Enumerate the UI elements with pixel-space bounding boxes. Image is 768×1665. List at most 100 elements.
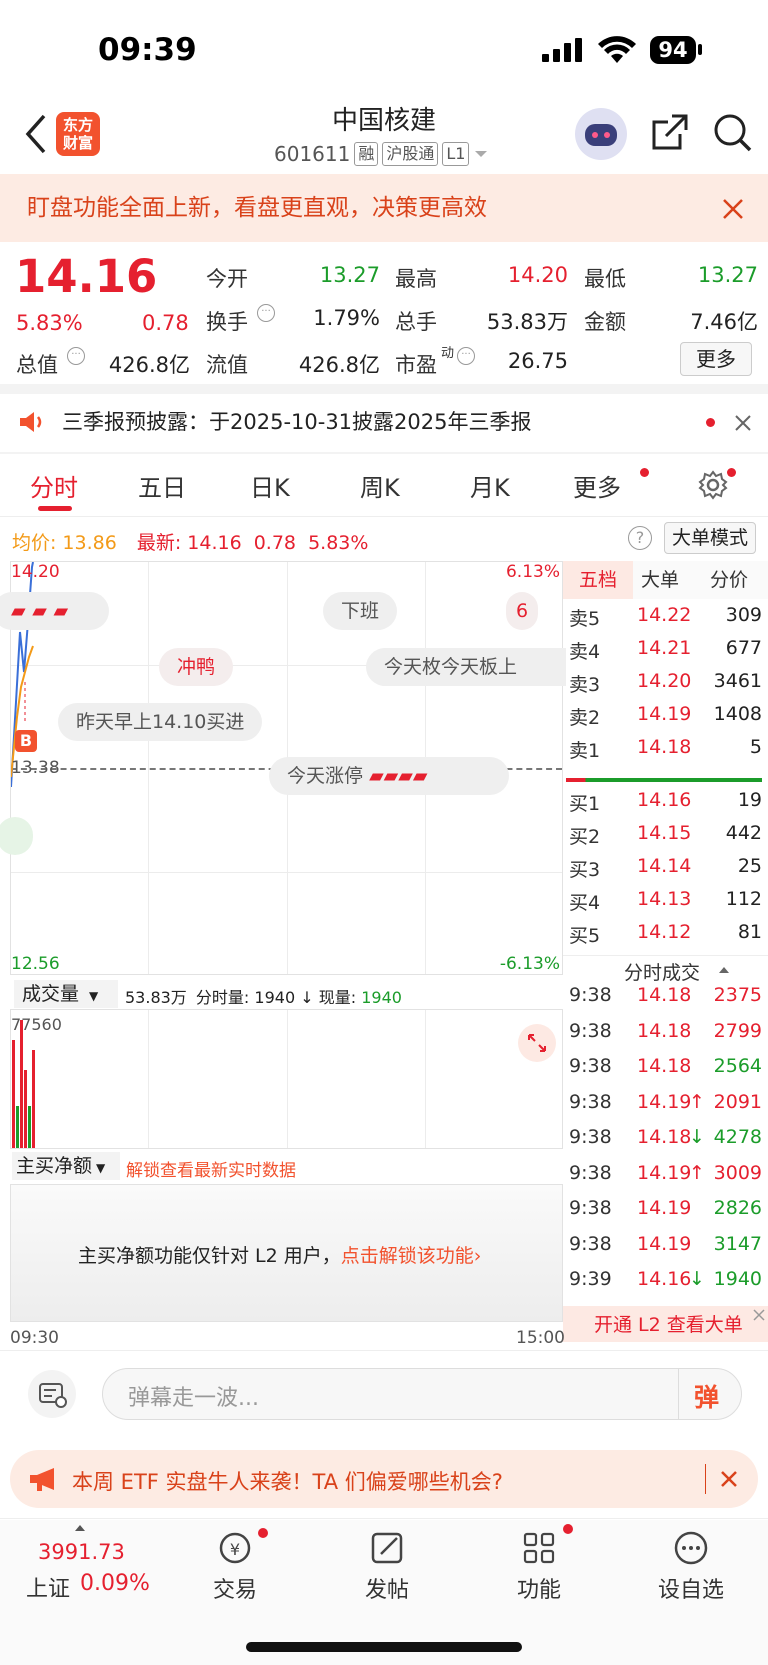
index-pct[interactable]: 0.09% xyxy=(80,1571,150,1596)
volume-chart[interactable]: 77560 xyxy=(10,1010,563,1148)
tab-weekly-k[interactable]: 周K xyxy=(360,468,400,503)
info-icon[interactable]: ··· xyxy=(67,347,85,365)
feature-banner[interactable]: 盯盘功能全面上新，看盘更直观，决策更高效 xyxy=(0,174,768,242)
caret-up-icon xyxy=(719,967,729,973)
send-danmaku-button[interactable]: 弹 xyxy=(694,1378,719,1414)
locked-message-text: 主买净额功能仅针对 L2 用户， xyxy=(78,1245,341,1267)
ask-row[interactable]: 卖5 14.22 309 xyxy=(563,604,768,637)
nav-post[interactable]: 发帖 xyxy=(312,1528,462,1604)
close-icon[interactable] xyxy=(734,414,752,432)
section-divider xyxy=(563,955,768,956)
pct-axis-top: 6.13% xyxy=(505,562,560,582)
bid-row[interactable]: 买5 14.12 81 xyxy=(563,921,768,954)
pe-value: 26.75 xyxy=(507,349,568,373)
unread-dot xyxy=(727,468,736,477)
tab-five-day[interactable]: 五日 xyxy=(138,468,186,503)
low-label: 最低 xyxy=(584,267,626,291)
intraday-chart[interactable]: 14.20 13.38 12.56 6.13% -6.13% B ▰ ▰ ▰ 冲… xyxy=(0,561,566,975)
ask-row[interactable]: 卖3 14.20 3461 xyxy=(563,670,768,703)
tick-qty: 2564 xyxy=(713,1055,762,1077)
search-icon[interactable] xyxy=(712,112,754,154)
share-icon[interactable] xyxy=(650,112,690,152)
index-name[interactable]: 上证 xyxy=(26,1571,70,1603)
order-tab-five-level[interactable]: 五档 xyxy=(563,561,633,599)
section-divider xyxy=(0,516,768,517)
nav-add-watchlist[interactable]: 设自选 xyxy=(616,1528,766,1604)
stock-code: 601611 xyxy=(274,142,351,166)
nav-post-label: 发帖 xyxy=(364,1578,409,1603)
unlock-feature-link[interactable]: 点击解锁该功能 xyxy=(341,1245,474,1267)
net-buy-selector[interactable]: 主买净额 ▼ xyxy=(12,1152,120,1180)
unlock-link[interactable]: 解锁查看最新实时数据 xyxy=(126,1156,296,1181)
minute-volume-label: 分时量: xyxy=(195,988,250,1007)
turnover-value: 1.79% xyxy=(313,306,380,330)
unread-dot xyxy=(258,1528,268,1538)
bid-row[interactable]: 买2 14.15 442 xyxy=(563,822,768,855)
danmaku-bubble[interactable]: 昨天早上14.10买进 xyxy=(58,703,263,741)
expand-button[interactable] xyxy=(518,1024,556,1062)
nav-functions[interactable]: 功能 xyxy=(464,1528,614,1604)
buy-marker[interactable]: B xyxy=(15,730,37,752)
tab-indicator xyxy=(38,506,72,511)
assistant-avatar[interactable] xyxy=(575,108,627,160)
minute-volume: 1940 xyxy=(254,988,296,1007)
tick-qty: 3147 xyxy=(713,1232,762,1255)
announcement-bar[interactable]: 三季报预披露：于2025-10-31披露2025年三季报 xyxy=(0,392,768,452)
bid-row[interactable]: 买4 14.13 112 xyxy=(563,888,768,921)
bid-row-qty: 19 xyxy=(737,789,762,811)
bid-row[interactable]: 买1 14.16 19 xyxy=(563,789,768,822)
ask-row-label: 卖4 xyxy=(569,641,601,663)
big-order-mode-button[interactable]: 大单模式 xyxy=(664,522,756,554)
tick-time: 9:38 xyxy=(569,1019,612,1042)
danmaku-bubble[interactable]: 冲鸭 xyxy=(159,648,234,686)
megaphone-icon xyxy=(30,1468,54,1491)
tick-row: 9:38 14.18 ↓ 4278 xyxy=(563,1126,768,1161)
ask-row-qty: 1408 xyxy=(713,703,762,725)
y-axis-top: 14.20 xyxy=(11,562,60,582)
close-icon[interactable] xyxy=(720,1470,738,1488)
close-icon[interactable] xyxy=(722,198,744,220)
settings-gear-icon[interactable] xyxy=(698,470,728,500)
volume-selector[interactable]: 成交量 ▼ xyxy=(14,980,118,1008)
bid-row-label: 买4 xyxy=(569,892,601,914)
tab-daily-k[interactable]: 日K xyxy=(250,468,290,503)
close-icon[interactable] xyxy=(752,1308,766,1322)
tick-qty: 2375 xyxy=(713,984,762,1006)
danmaku-bubble[interactable]: 下班 xyxy=(323,592,398,630)
info-icon[interactable]: ··· xyxy=(257,304,275,322)
danmaku-bubble[interactable]: 今天枚今天板上 xyxy=(366,648,566,686)
index-value[interactable]: 3991.73 xyxy=(38,1540,125,1564)
caret-up-icon xyxy=(75,1525,85,1531)
danmaku-bubble[interactable] xyxy=(0,817,33,855)
tick-time: 9:38 xyxy=(569,984,612,1006)
volume-selector-label: 成交量 xyxy=(22,983,80,1005)
tick-row: 9:38 14.18 2375 xyxy=(563,984,768,1019)
ask-row[interactable]: 卖4 14.21 677 xyxy=(563,637,768,670)
volume-value: 53.83万 xyxy=(486,310,568,334)
nav-trade[interactable]: ¥ 交易 xyxy=(160,1528,310,1604)
nav-functions-label: 功能 xyxy=(516,1578,561,1603)
tick-direction-icon: ↑ xyxy=(689,1161,705,1184)
more-button[interactable]: 更多 xyxy=(680,342,752,376)
tick-time: 9:38 xyxy=(569,1161,612,1184)
tab-intraday[interactable]: 分时 xyxy=(30,468,78,503)
bid-row[interactable]: 买3 14.14 25 xyxy=(563,855,768,888)
ask-row[interactable]: 卖2 14.19 1408 xyxy=(563,703,768,736)
tab-more[interactable]: 更多 xyxy=(573,468,621,503)
danmaku-text: 今天涨停 xyxy=(287,765,364,787)
ticks-title[interactable]: 分时成交 xyxy=(624,958,700,985)
float-value: 426.8亿 xyxy=(298,353,380,377)
help-icon[interactable]: ? xyxy=(628,526,652,550)
order-tab-big-order[interactable]: 大单 xyxy=(641,561,679,599)
danmaku-bubble[interactable]: 6 xyxy=(506,592,539,630)
ask-row[interactable]: 卖1 14.18 5 xyxy=(563,736,768,769)
info-icon[interactable]: ··· xyxy=(457,347,475,365)
tab-monthly-k[interactable]: 月K xyxy=(470,468,510,503)
latest-change: 0.78 xyxy=(253,532,297,554)
amount-label: 金额 xyxy=(584,310,626,334)
danmaku-settings-button[interactable] xyxy=(28,1370,76,1418)
order-tab-price[interactable]: 分价 xyxy=(710,561,748,599)
danmaku-bubble[interactable]: ▰ ▰ ▰ xyxy=(0,592,109,630)
stock-code-row[interactable]: 601611 融 沪股通 L1 xyxy=(274,142,489,166)
danmaku-bubble[interactable]: 今天涨停 ▰▰▰▰ xyxy=(269,757,509,795)
